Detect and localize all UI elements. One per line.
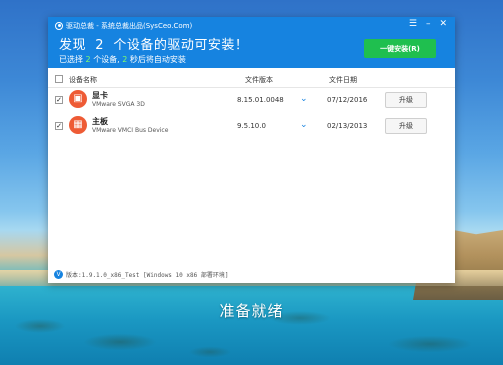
row-checkbox[interactable]: ✓ — [55, 96, 63, 104]
table-row[interactable]: ✓ ▦ 主板 VMware VMCI Bus Device 9.5.10.0 ⌄… — [48, 113, 455, 139]
headline-count: 2 — [95, 38, 105, 53]
window-header: 驱动总裁 - 系统总裁出品(SysCeo.Com) ☰ – ✕ 发现 2 个设备… — [48, 17, 455, 68]
device-detail: VMware SVGA 3D — [92, 101, 145, 108]
driver-installer-window: 驱动总裁 - 系统总裁出品(SysCeo.Com) ☰ – ✕ 发现 2 个设备… — [48, 17, 455, 283]
countdown-seconds: 2 — [122, 55, 128, 64]
minimize-button[interactable]: – — [426, 19, 431, 29]
driver-version: 9.5.10.0 — [237, 122, 266, 130]
upgrade-button[interactable]: 升级 — [385, 118, 427, 134]
column-file-version: 文件版本 — [245, 76, 273, 84]
sub-prefix: 已选择 — [59, 55, 83, 64]
chevron-down-icon[interactable]: ⌄ — [300, 120, 308, 130]
sub-suffix: 秒后将自动安装 — [129, 55, 186, 64]
ready-status-text: 准备就绪 — [219, 302, 284, 320]
version-text: 版本:1.9.1.0_x86_Test [Windows 10 x86 部署环境… — [66, 271, 229, 279]
selection-status: 已选择 2 个设备, 2 秒后将自动安装 — [59, 54, 186, 65]
upgrade-button[interactable]: 升级 — [385, 92, 427, 108]
version-icon: V — [54, 269, 63, 279]
menu-icon[interactable]: ☰ — [409, 19, 417, 29]
column-file-date: 文件日期 — [329, 76, 357, 84]
display-card-icon: ▣ — [69, 90, 87, 108]
window-title: 驱动总裁 - 系统总裁出品(SysCeo.Com) — [66, 22, 193, 30]
table-header: 设备名称 文件版本 文件日期 — [48, 72, 455, 88]
motherboard-icon: ▦ — [69, 116, 87, 134]
column-device-name: 设备名称 — [69, 76, 97, 84]
driver-date: 07/12/2016 — [327, 96, 368, 104]
install-all-button[interactable]: 一键安装(R) — [364, 39, 436, 58]
headline: 发现 2 个设备的驱动可安装！ — [59, 34, 248, 53]
close-button[interactable]: ✕ — [439, 19, 447, 29]
status-bar: V 版本:1.9.1.0_x86_Test [Windows 10 x86 部署… — [48, 265, 455, 283]
device-detail: VMware VMCI Bus Device — [92, 127, 169, 134]
app-logo-icon — [55, 22, 63, 30]
device-name: 主板 — [92, 117, 108, 126]
table-row[interactable]: ✓ ▣ 显卡 VMware SVGA 3D 8.15.01.0048 ⌄ 07/… — [48, 87, 455, 113]
driver-date: 02/13/2013 — [327, 122, 368, 130]
driver-version: 8.15.01.0048 — [237, 96, 284, 104]
selected-count: 2 — [85, 55, 91, 64]
row-checkbox[interactable]: ✓ — [55, 122, 63, 130]
headline-suffix: 个设备的驱动可安装！ — [113, 38, 249, 53]
window-controls: ☰ – ✕ — [409, 19, 447, 29]
select-all-checkbox[interactable] — [55, 75, 63, 83]
chevron-down-icon[interactable]: ⌄ — [300, 94, 308, 104]
device-name: 显卡 — [92, 91, 108, 100]
sub-mid: 个设备, — [93, 55, 120, 64]
headline-prefix: 发现 — [59, 38, 87, 53]
title-bar: 驱动总裁 - 系统总裁出品(SysCeo.Com) — [55, 21, 192, 31]
